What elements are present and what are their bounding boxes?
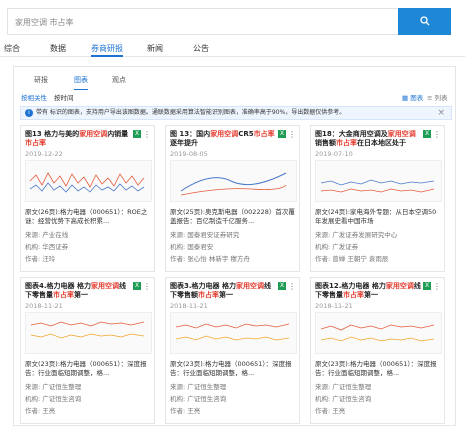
card-org: 机构: 广证恒生咨询 [25,395,82,403]
card-source: 来源: 产业在线 [25,231,69,239]
chart-thumbnail [315,160,442,202]
tab-overview[interactable]: 综合 [4,43,20,54]
card-author: 作者: 王亮 [170,407,201,415]
grid-icon: ▦ [402,94,409,102]
chart-card[interactable]: 图13 格力与美的家用空调内销量市占率 X ⋮ 2019-12-22 原文(26… [20,125,155,272]
subtab-views[interactable]: 观点 [112,75,126,85]
card-description: 原文(24页):家电海外专题：从日本空调50年发展史看中国市场 [315,208,437,225]
card-org: 机构: 广证恒生咨询 [170,395,227,403]
card-source: 来源: 国泰君安证券研究 [170,231,240,239]
more-icon[interactable]: ⋮ [143,130,151,139]
card-org: 机构: 广证恒生咨询 [315,395,372,403]
card-date: 2019-07-10 [315,150,353,158]
chart-thumbnail [170,312,297,354]
view-grid-button[interactable]: ▦ 图表 [402,92,423,102]
search-button[interactable] [398,8,451,35]
card-title: 图表4.格力电器 格力家用空调线下零售量市占率第一 [25,282,126,299]
card-author: 作者: 汪玲 [25,255,56,263]
card-source: 来源: 广证恒生整理 [315,383,372,391]
view-list-button[interactable]: ≡ 列表 [427,92,448,102]
card-description: 原文(23页):格力电器（000651）：深度报告：行业面临短期调整，格... [170,360,292,377]
excel-icon[interactable]: X [278,130,286,138]
card-author: 作者: 王亮 [315,407,346,415]
card-source: 来源: 广证恒生整理 [25,383,82,391]
card-org: 机构: 国泰君安 [170,243,214,251]
card-description: 原文(25页):奥克斯电器（002228）首次覆盖报告：百亿制造千亿服务... [170,208,295,225]
close-icon[interactable]: × [437,107,445,119]
chart-card[interactable]: 图18：大金商用空调及家用空调销售额市占率在日本地区处于 X ⋮ 2019-07… [310,125,445,272]
more-icon[interactable]: ⋮ [433,282,441,291]
tab-news[interactable]: 新闻 [147,43,163,54]
chart-thumbnail [315,312,442,354]
card-title: 图18：大金商用空调及家用空调销售额市占率在日本地区处于 [315,130,416,147]
card-org: 机构: 华西证券 [25,243,69,251]
list-icon: ≡ [427,94,433,102]
info-icon: i [25,109,33,117]
subtab-reports[interactable]: 研报 [34,75,48,85]
results-panel: 研报 图表 观点 按相关性 按时间 ▦ 图表 ≡ 列表 i 带有 标识的图表，支持… [13,66,456,426]
chart-thumbnail [25,160,152,202]
search-input[interactable]: 家用空调 市占率 [15,17,74,28]
chart-thumbnail [170,160,297,202]
card-date: 2018-11-21 [315,302,353,310]
card-title: 图 13：国内家用空调CR5市占率逐年提升 [170,130,275,147]
info-notice: i 带有 标识的图表，支持用户导出该图数据。通联数据采用算法智能识别图表，准确率高… [20,106,452,120]
card-author: 作者: 王亮 [25,407,56,415]
card-author: 作者: 张心怡 林新宇 穆方舟 [170,255,250,263]
chart-card[interactable]: 图 13：国内家用空调CR5市占率逐年提升 X ⋮ 2019-08-05 原文(… [165,125,300,272]
excel-icon[interactable]: X [278,282,286,290]
search-icon [419,16,429,26]
chart-card[interactable]: 图表12.格力电器 格力家用空调线下零售量市占率第一 X ⋮ 2018-11-2… [310,277,445,424]
more-icon[interactable]: ⋮ [143,282,151,291]
more-icon[interactable]: ⋮ [288,282,296,291]
sort-time[interactable]: 按时间 [54,92,74,102]
card-source: 来源: 广发证券发展研究中心 [315,231,398,239]
chart-card[interactable]: 图表3.格力电器 格力家用空调线下零售额市占率第一 X ⋮ 2018-11-21… [165,277,300,424]
sort-relevance[interactable]: 按相关性 [21,92,47,102]
excel-icon[interactable]: X [423,130,431,138]
card-date: 2019-08-05 [170,150,208,158]
tab-data[interactable]: 数据 [50,43,66,54]
excel-icon[interactable]: X [133,130,141,138]
card-date: 2019-12-22 [25,150,63,158]
card-org: 机构: 广发证券 [315,243,359,251]
card-title: 图表12.格力电器 格力家用空调线下零售量市占率第一 [315,282,421,299]
card-author: 作者: 曾婵 王朝宁 袁雨辰 [315,255,389,263]
view-list-label: 列表 [434,94,448,102]
tab-research[interactable]: 券商研报 [91,43,123,57]
more-icon[interactable]: ⋮ [288,130,296,139]
card-description: 原文(26页):格力电器（000651）：ROE之谜：经营优势下高成长积累... [25,208,148,225]
notice-text: 带有 标识的图表，支持用户导出该图数据。通联数据采用算法智能识别图表，准确率高于… [36,109,346,116]
tab-announcements[interactable]: 公告 [193,43,209,54]
excel-icon[interactable]: X [133,282,141,290]
chart-thumbnail [25,312,152,354]
card-title: 图表3.格力电器 格力家用空调线下零售额市占率第一 [170,282,271,299]
search-bar: 家用空调 市占率 [7,8,451,35]
card-title: 图13 格力与美的家用空调内销量市占率 [25,130,129,147]
view-grid-label: 图表 [410,94,424,102]
card-source: 来源: 广证恒生整理 [170,383,227,391]
subtab-charts[interactable]: 图表 [74,75,88,90]
card-description: 原文(23页):格力电器（000651）：深度报告：行业面临短期调整，格... [25,360,147,377]
main-tabs: 综合 数据 券商研报 新闻 公告 [0,43,465,57]
excel-icon[interactable]: X [423,282,431,290]
chart-card[interactable]: 图表4.格力电器 格力家用空调线下零售量市占率第一 X ⋮ 2018-11-21… [20,277,155,424]
more-icon[interactable]: ⋮ [433,130,441,139]
card-date: 2018-11-21 [25,302,63,310]
card-date: 2018-11-21 [170,302,208,310]
card-description: 原文(23页):格力电器（000651）：深度报告：行业面临短期调整，格... [315,360,437,377]
